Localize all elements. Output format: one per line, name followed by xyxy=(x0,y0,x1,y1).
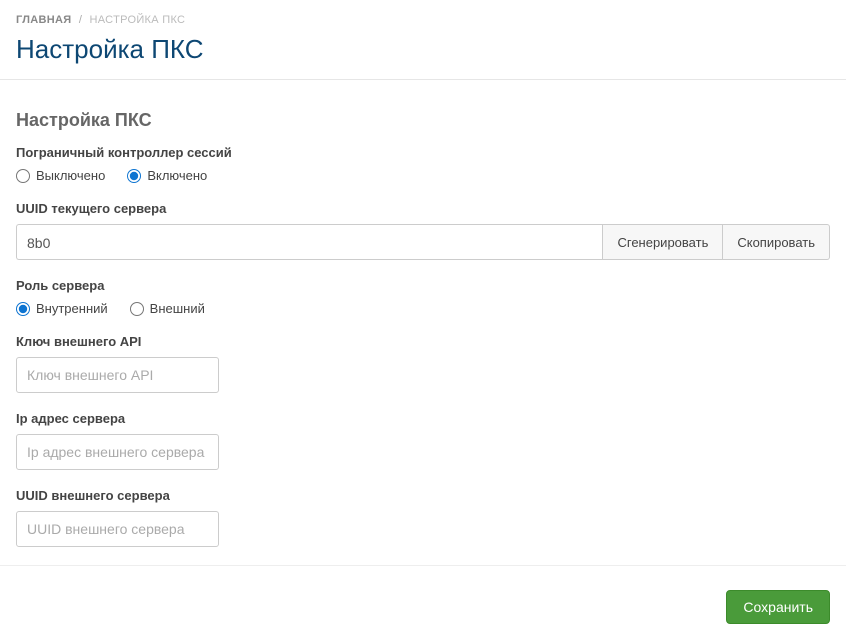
breadcrumb-separator: / xyxy=(79,14,82,26)
external-api-key-input[interactable] xyxy=(16,357,219,393)
role-external-option[interactable]: Внешний xyxy=(130,301,205,316)
breadcrumb-current: НАСТРОЙКА ПКС xyxy=(90,14,186,26)
page-title: Настройка ПКС xyxy=(16,34,830,65)
role-external-text: Внешний xyxy=(150,301,205,316)
sbc-on-text: Включено xyxy=(147,168,207,183)
role-internal-radio[interactable] xyxy=(16,302,30,316)
section-title: Настройка ПКС xyxy=(16,110,830,131)
copy-button[interactable]: Скопировать xyxy=(723,224,830,260)
server-ip-label: Ip адрес сервера xyxy=(16,411,830,426)
sbc-off-option[interactable]: Выключено xyxy=(16,168,105,183)
sbc-off-text: Выключено xyxy=(36,168,105,183)
external-uuid-input[interactable] xyxy=(16,511,219,547)
external-uuid-label: UUID внешнего сервера xyxy=(16,488,830,503)
uuid-current-label: UUID текущего сервера xyxy=(16,201,830,216)
sbc-label: Пограничный контроллер сессий xyxy=(16,145,830,160)
role-internal-text: Внутренний xyxy=(36,301,108,316)
divider xyxy=(0,79,846,80)
sbc-off-radio[interactable] xyxy=(16,169,30,183)
breadcrumb: ГЛАВНАЯ / НАСТРОЙКА ПКС xyxy=(16,14,830,26)
sbc-on-radio[interactable] xyxy=(127,169,141,183)
breadcrumb-home-link[interactable]: ГЛАВНАЯ xyxy=(16,14,71,26)
sbc-on-option[interactable]: Включено xyxy=(127,168,207,183)
generate-button[interactable]: Сгенерировать xyxy=(602,224,723,260)
server-role-label: Роль сервера xyxy=(16,278,830,293)
role-external-radio[interactable] xyxy=(130,302,144,316)
save-button[interactable]: Сохранить xyxy=(726,590,830,624)
uuid-current-value: 8b0 xyxy=(16,224,602,260)
role-internal-option[interactable]: Внутренний xyxy=(16,301,108,316)
server-ip-input[interactable] xyxy=(16,434,219,470)
external-api-key-label: Ключ внешнего API xyxy=(16,334,830,349)
